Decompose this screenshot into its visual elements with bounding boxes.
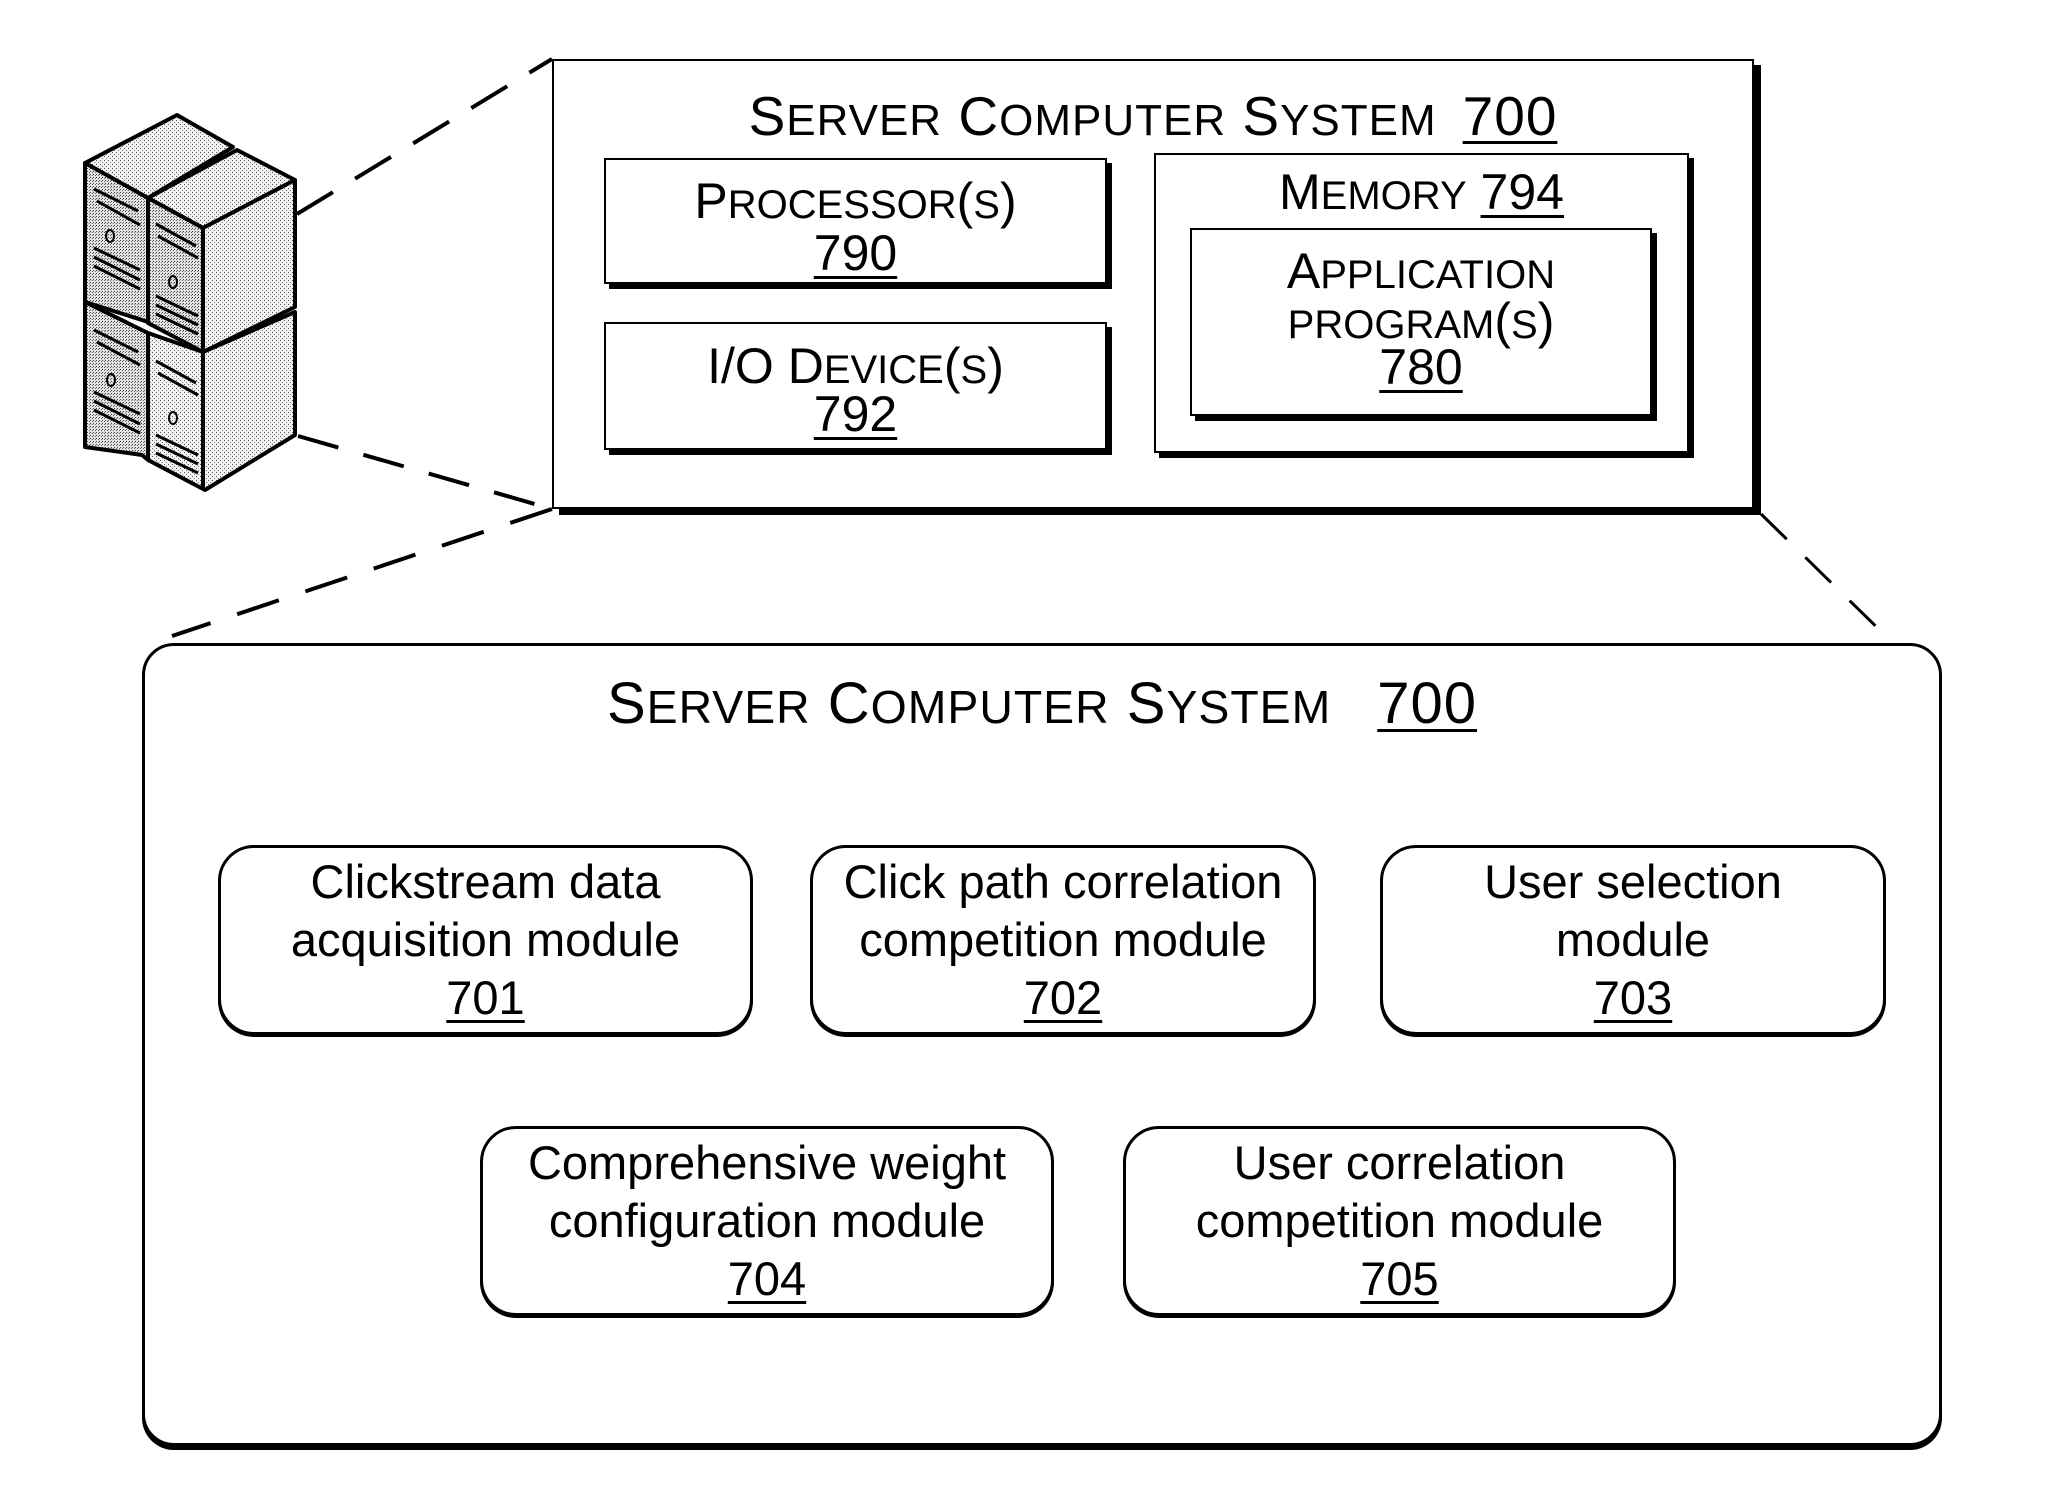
reference-number: 702 xyxy=(1023,971,1103,1024)
paren-open: ( xyxy=(1494,293,1511,349)
module-label-line2: competition module xyxy=(1195,1194,1604,1247)
reference-number: 790 xyxy=(813,225,898,281)
module-label-line2: module xyxy=(1555,913,1711,966)
io-device-ref: 792 xyxy=(606,389,1105,439)
title-initial: S xyxy=(1242,85,1281,147)
server-tower-front-lower xyxy=(146,310,297,492)
plural-s: S xyxy=(960,348,988,392)
title-rest: YSTEM xyxy=(1166,681,1332,733)
label-initial: A xyxy=(1286,243,1321,299)
label-initial: P xyxy=(694,173,728,229)
server-tower-back-lower xyxy=(83,300,150,462)
module-label-line1: User selection xyxy=(1484,855,1782,908)
user-correlation-competition-module: User correlation competition module 705 xyxy=(1123,1126,1676,1316)
title-rest: ERVER xyxy=(646,681,811,733)
reference-number: 701 xyxy=(446,971,525,1024)
dashed-connector-lower xyxy=(297,434,553,511)
title-rest: ERVER xyxy=(786,96,943,145)
reference-number: 700 xyxy=(1462,85,1558,147)
comprehensive-weight-configuration-module: Comprehensive weight configuration modul… xyxy=(480,1126,1054,1316)
memory-label: MEMORY 794 xyxy=(1156,167,1687,217)
dashed-connector-upper xyxy=(295,57,554,216)
paren-close: ) xyxy=(987,338,1004,394)
paren-open: ( xyxy=(943,338,961,394)
server-tower-front-upper xyxy=(146,148,297,354)
label-rest: PPLICATION xyxy=(1320,253,1556,297)
module-label-line1: User correlation xyxy=(1233,1136,1566,1189)
processor-block: PROCESSOR(S) 790 xyxy=(604,158,1107,284)
server-tower-back-upper xyxy=(83,113,235,324)
label-rest: EMORY xyxy=(1320,174,1467,218)
reference-number: 700 xyxy=(1377,671,1478,736)
label-rest: ROCESSOR xyxy=(727,183,957,227)
server-system-modules-panel: SERVER COMPUTER SYSTEM 700 xyxy=(142,643,1942,1446)
reference-number: 792 xyxy=(813,386,898,442)
module-label-line1: Comprehensive weight xyxy=(527,1136,1007,1189)
module-label-line2: acquisition module xyxy=(290,913,681,966)
reference-number: 704 xyxy=(727,1252,807,1305)
title-initial: S xyxy=(606,671,647,736)
io-device-label: I/O DEVICE(S) xyxy=(606,341,1105,391)
io-device-block: I/O DEVICE(S) 792 xyxy=(604,322,1107,450)
plural-s: S xyxy=(1511,303,1538,347)
dashed-zoom-left xyxy=(171,507,553,638)
application-ref: 780 xyxy=(1192,342,1650,392)
label-initial: I/O D xyxy=(707,338,824,394)
top-panel-title: SERVER COMPUTER SYSTEM 700 xyxy=(554,84,1752,148)
processor-ref: 790 xyxy=(606,228,1105,278)
module-label-line1: Clickstream data xyxy=(310,855,661,908)
reference-number: 705 xyxy=(1360,1252,1439,1305)
user-selection-module: User selection module 703 xyxy=(1380,845,1886,1035)
dashed-zoom-right xyxy=(1759,512,1898,648)
module-label-line1: Click path correlation xyxy=(843,855,1283,908)
paren-open: ( xyxy=(956,173,974,229)
title-rest: YSTEM xyxy=(1280,96,1437,145)
clickstream-data-acquisition-module: Clickstream data acquisition module 701 xyxy=(218,845,753,1035)
server-rack-icon xyxy=(83,113,297,492)
title-rest: OMPUTER xyxy=(999,96,1227,145)
title-initial: C xyxy=(827,671,871,736)
application-label-line1: APPLICATION xyxy=(1192,246,1650,296)
click-path-correlation-competition-module: Click path correlation competition modul… xyxy=(810,845,1316,1035)
title-rest: OMPUTER xyxy=(870,681,1110,733)
application-programs-block: APPLICATION PROGRAM(S) 780 xyxy=(1190,228,1652,416)
processor-label: PROCESSOR(S) xyxy=(606,176,1105,226)
reference-number: 794 xyxy=(1480,164,1564,220)
paren-close: ) xyxy=(1537,293,1555,349)
reference-number: 703 xyxy=(1593,971,1673,1024)
plural-s: S xyxy=(973,183,1000,227)
title-initial: S xyxy=(748,85,787,147)
paren-close: ) xyxy=(999,173,1017,229)
title-initial: S xyxy=(1126,671,1167,736)
module-label-line2: competition module xyxy=(859,913,1267,966)
module-label-line2: configuration module xyxy=(548,1194,986,1247)
reference-number: 780 xyxy=(1379,339,1463,395)
title-initial: C xyxy=(958,85,1000,147)
bottom-panel-title: SERVER COMPUTER SYSTEM 700 xyxy=(145,670,1939,737)
label-initial: M xyxy=(1279,164,1321,220)
